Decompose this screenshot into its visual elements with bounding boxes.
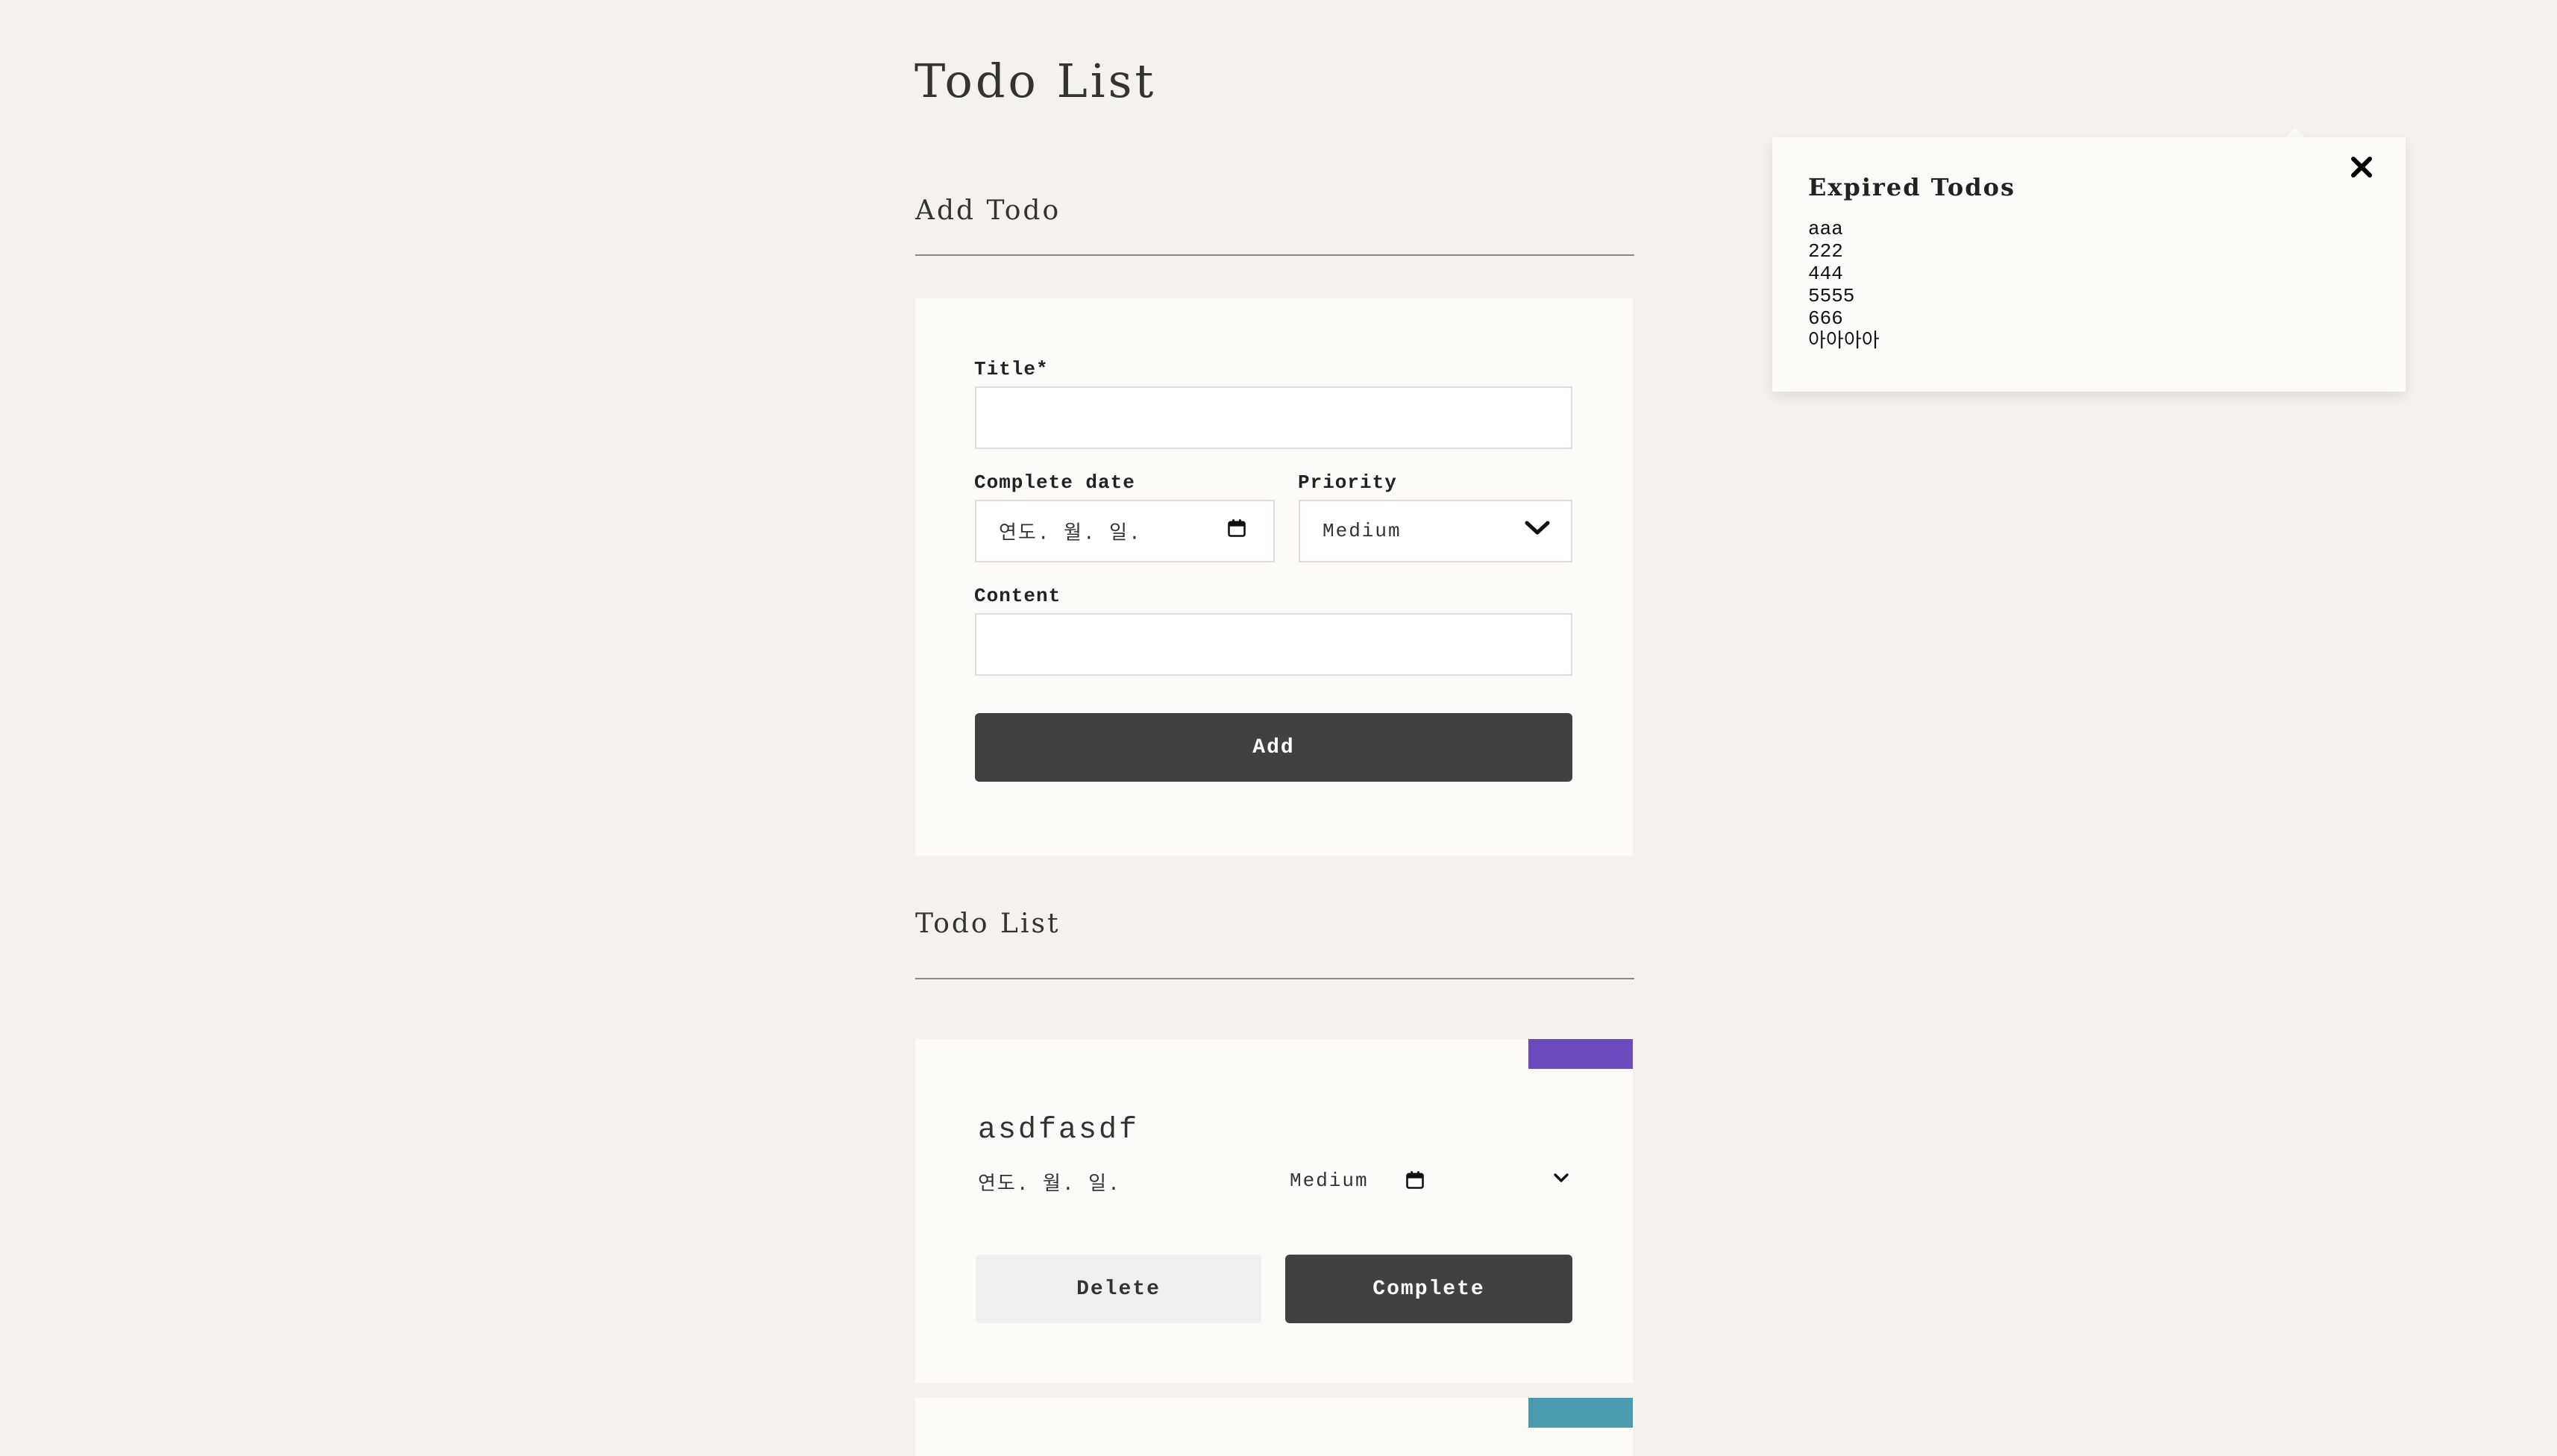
todo-item: asdfasdf 연도. 월. 일. Medium Delete Complet…: [915, 1039, 1633, 1383]
list-item: 666: [1808, 307, 1843, 330]
close-button[interactable]: [2347, 154, 2376, 183]
priority-label: Priority: [1298, 471, 1397, 494]
todo-date-placeholder: 연도. 월. 일.: [978, 1173, 1121, 1196]
todo-item: [915, 1398, 1633, 1456]
priority-select-value: Medium: [1323, 520, 1402, 542]
title-label: Title*: [974, 358, 1049, 380]
priority-badge: [1528, 1039, 1633, 1069]
list-item: 아아아아: [1808, 330, 1880, 352]
add-todo-heading: Add Todo: [915, 195, 1061, 226]
complete-button[interactable]: Complete: [1285, 1255, 1572, 1323]
content-label: Content: [974, 585, 1061, 607]
popup-title: Expired Todos: [1808, 173, 2015, 201]
chevron-down-icon: [1524, 519, 1551, 543]
list-item: 222: [1808, 240, 1843, 263]
list-item: 444: [1808, 263, 1843, 285]
todo-priority-value: Medium: [1290, 1170, 1369, 1192]
todo-title: asdfasdf: [978, 1114, 1140, 1147]
list-item: 5555: [1808, 285, 1855, 307]
calendar-icon[interactable]: [1226, 518, 1247, 545]
todo-priority-select[interactable]: Medium: [1290, 1162, 1573, 1199]
delete-button[interactable]: Delete: [976, 1255, 1261, 1323]
list-item: aaa: [1808, 218, 1843, 240]
complete-date-input[interactable]: 연도. 월. 일.: [975, 500, 1275, 562]
add-button[interactable]: Add: [975, 713, 1572, 782]
divider: [915, 978, 1634, 979]
close-icon[interactable]: [2349, 154, 2374, 183]
complete-date-placeholder: 연도. 월. 일.: [999, 522, 1142, 545]
page-title: Todo List: [914, 54, 1157, 108]
priority-select[interactable]: Medium: [1299, 500, 1572, 562]
todo-date-input[interactable]: 연도. 월. 일.: [978, 1162, 1424, 1199]
todo-list-heading: Todo List: [915, 909, 1061, 939]
expired-todos-popup: Expired Todos aaa 222 444 5555 666 아아아아: [1772, 137, 2406, 392]
content-input[interactable]: [975, 613, 1572, 676]
divider: [915, 254, 1634, 256]
complete-date-label: Complete date: [974, 471, 1135, 494]
title-input[interactable]: [975, 386, 1572, 449]
priority-badge: [1528, 1398, 1633, 1428]
add-todo-form: Title* Complete date 연도. 월. 일. Priority …: [915, 298, 1633, 856]
expired-todos-list: aaa 222 444 5555 666 아아아아: [1808, 218, 1880, 352]
chevron-down-icon: [1552, 1171, 1570, 1188]
